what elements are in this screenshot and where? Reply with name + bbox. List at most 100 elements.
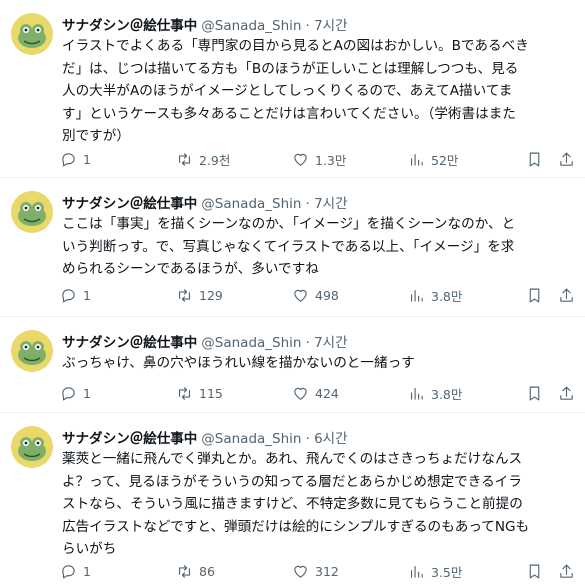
- retweet-icon: [178, 152, 191, 166]
- retweet-icon: [178, 288, 191, 302]
- text-line: 薬莢と一緒に飛んでく弾丸とか。あれ、飛んでくのはさきっちょだけなんス: [62, 451, 523, 467]
- tweet[interactable]: サナダシン＠絵仕事中 @Sanada_Shin · 6시간 薬莢と一緒に飛んでく弾丸…: [0, 413, 585, 588]
- retweet-icon: [178, 564, 191, 578]
- retweet-icon: [178, 386, 191, 400]
- like-count: 424: [315, 385, 339, 401]
- reply-button[interactable]: 1: [60, 284, 91, 306]
- avatar[interactable]: [11, 330, 53, 372]
- tweet-text: 薬莢と一緒に飛んでく弾丸とか。あれ、飛んでくのはさきっちょだけなんス よ？って、…: [62, 448, 577, 561]
- views-count: 3.5만: [431, 564, 463, 580]
- share-button[interactable]: [558, 382, 575, 404]
- author-name[interactable]: サナダシン＠絵仕事中: [62, 18, 197, 34]
- text-line: ここは「事実」を描くシーンなのか、「イメージ」を描くシーンなのか、と: [62, 216, 516, 232]
- like-count: 498: [315, 287, 339, 303]
- author-handle[interactable]: @Sanada_Shin: [201, 335, 301, 351]
- views-icon: [410, 289, 423, 302]
- share-button[interactable]: [558, 560, 575, 582]
- text-line: だ」は、じつは描いてる方も「Bのほうが正しいことは理解しつつも、見る: [62, 60, 519, 77]
- views-button[interactable]: 52만: [408, 148, 458, 170]
- text-line: す」というケースも多々あることだけは言わいてください。（学術書はまた: [62, 105, 516, 122]
- reply-button[interactable]: 1: [60, 148, 91, 170]
- text-line: らいがち: [62, 541, 117, 557]
- tweet[interactable]: サナダシン＠絵仕事中 @Sanada_Shin · 7시간 ここは「事実」を描くシー…: [0, 178, 585, 317]
- reply-icon: [62, 564, 75, 578]
- like-button[interactable]: 424: [292, 382, 339, 404]
- like-icon: [294, 153, 307, 166]
- action-bar: 1 115 424 3.8만: [58, 382, 578, 404]
- reply-count: 1: [83, 563, 91, 579]
- bookmark-icon: [529, 564, 540, 578]
- reply-icon: [62, 386, 75, 400]
- bookmark-icon: [529, 288, 540, 302]
- text-line: 人の大半がAのほうがイメージとしてしっくりくるので、あえてA描いてま: [62, 83, 513, 99]
- retweet-button[interactable]: 115: [176, 382, 223, 404]
- views-button[interactable]: 3.5만: [408, 560, 462, 582]
- like-button[interactable]: 498: [292, 284, 339, 306]
- timestamp[interactable]: · 6시간: [305, 431, 347, 447]
- like-count: 312: [315, 563, 339, 579]
- views-button[interactable]: 3.8만: [408, 284, 462, 306]
- author-name[interactable]: サナダシン＠絵仕事中: [62, 196, 197, 212]
- share-icon: [560, 564, 573, 578]
- bookmark-button[interactable]: [526, 382, 543, 404]
- like-icon: [294, 565, 307, 578]
- bookmark-icon: [529, 386, 540, 400]
- views-count: 52만: [431, 152, 459, 168]
- share-icon: [560, 386, 573, 400]
- reply-icon: [62, 288, 75, 302]
- bookmark-button[interactable]: [526, 560, 543, 582]
- timestamp[interactable]: · 7시간: [305, 18, 347, 34]
- action-bar: 1 2.9천 1.3만 52만: [58, 148, 578, 170]
- views-icon: [410, 153, 423, 166]
- retweet-count: 115: [199, 385, 223, 401]
- tweet-text: イラストでよくある「専門家の目から見るとAの図はおかしい。Bであるべき だ」は、…: [62, 35, 577, 148]
- text-line: 別ですが）: [62, 128, 130, 144]
- views-button[interactable]: 3.8만: [408, 382, 462, 404]
- timestamp[interactable]: · 7시간: [305, 196, 347, 212]
- bookmark-icon: [529, 152, 540, 166]
- views-icon: [410, 565, 423, 578]
- avatar[interactable]: [11, 191, 53, 233]
- retweet-count: 2.9천: [199, 152, 231, 168]
- author-name[interactable]: サナダシン＠絵仕事中: [62, 431, 197, 447]
- like-icon: [294, 289, 307, 302]
- like-button[interactable]: 312: [292, 560, 339, 582]
- avatar[interactable]: [11, 13, 53, 55]
- retweet-button[interactable]: 129: [176, 284, 223, 306]
- avatar[interactable]: [11, 426, 53, 468]
- share-button[interactable]: [558, 148, 575, 170]
- like-icon: [294, 387, 307, 400]
- share-icon: [560, 152, 573, 166]
- reply-icon: [62, 152, 75, 166]
- author-handle[interactable]: @Sanada_Shin: [201, 18, 301, 34]
- like-count: 1.3만: [315, 152, 347, 168]
- text-line: められるシーンであるほうが、多いですね: [62, 261, 319, 277]
- bookmark-button[interactable]: [526, 148, 543, 170]
- like-button[interactable]: 1.3만: [292, 148, 346, 170]
- tweet-text: ここは「事実」を描くシーンなのか、「イメージ」を描くシーンなのか、と いう判断っ…: [62, 213, 577, 281]
- views-icon: [410, 387, 423, 400]
- author-name[interactable]: サナダシン＠絵仕事中: [62, 335, 197, 351]
- views-count: 3.8만: [431, 386, 463, 402]
- timestamp[interactable]: · 7시간: [305, 335, 347, 351]
- text-line: いう判断っす。で、写真じゃなくてイラストである以上、「イメージ」を求: [62, 238, 515, 255]
- retweet-button[interactable]: 2.9천: [176, 148, 230, 170]
- text-line: イラストでよくある「専門家の目から見るとAの図はおかしい。Bであるべき: [62, 38, 529, 54]
- share-button[interactable]: [558, 284, 575, 306]
- tweet[interactable]: サナダシン＠絵仕事中 @Sanada_Shin · 7시간 ぶっちゃけ、鼻の穴やほう…: [0, 317, 585, 413]
- author-handle[interactable]: @Sanada_Shin: [201, 196, 301, 212]
- reply-button[interactable]: 1: [60, 560, 91, 582]
- reply-count: 1: [83, 287, 91, 303]
- bookmark-button[interactable]: [526, 284, 543, 306]
- action-bar: 1 129 498 3.8만: [58, 284, 578, 306]
- reply-count: 1: [83, 385, 91, 401]
- tweet[interactable]: サナダシン＠絵仕事中 @Sanada_Shin · 7시간 イラストでよくある「専門…: [0, 0, 585, 178]
- tweet-text: ぶっちゃけ、鼻の穴やほうれい線を描かないのと一緒っす: [62, 352, 577, 375]
- author-handle[interactable]: @Sanada_Shin: [201, 431, 301, 447]
- retweet-count: 129: [199, 287, 223, 303]
- reply-button[interactable]: 1: [60, 382, 91, 404]
- retweet-button[interactable]: 86: [176, 560, 215, 582]
- share-icon: [560, 288, 573, 302]
- text-line: ぶっちゃけ、鼻の穴やほうれい線を描かないのと一緒っす: [62, 355, 415, 371]
- reply-count: 1: [83, 151, 91, 167]
